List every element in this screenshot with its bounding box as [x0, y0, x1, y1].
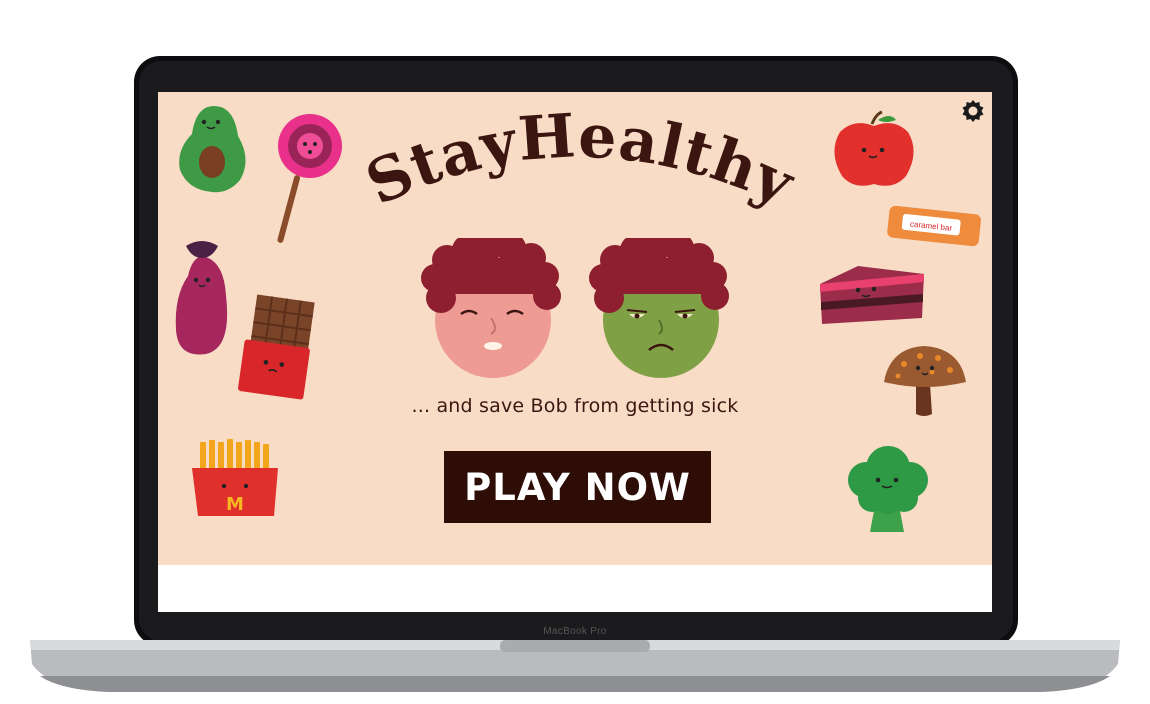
- french-fries-icon: M: [192, 439, 278, 516]
- mushroom-icon: [884, 346, 966, 416]
- game-start-screen: StayHealthy ... and save Bob from gettin…: [158, 92, 992, 565]
- lollipop-icon: [277, 114, 342, 243]
- fries-logo-text: M: [226, 494, 244, 515]
- cake-slice-icon: [820, 266, 924, 324]
- laptop-screen: StayHealthy ... and save Bob from gettin…: [158, 92, 992, 612]
- healthy-bob-face: [421, 238, 561, 378]
- svg-text:StayHealthy: StayHealthy: [356, 101, 805, 220]
- sick-bob-face: [589, 238, 729, 378]
- chocolate-bar-icon: [238, 294, 315, 400]
- laptop-brand-label: MacBook Pro: [543, 626, 607, 637]
- broccoli-icon: [848, 446, 928, 532]
- game-title-text: StayHealthy: [356, 101, 804, 220]
- caramel-bar-icon: caramel bar: [887, 205, 981, 247]
- avocado-icon: [179, 106, 246, 193]
- play-now-button[interactable]: PLAY NOW: [444, 451, 711, 523]
- apple-icon: [834, 110, 914, 186]
- eggplant-icon: [175, 241, 228, 355]
- gear-icon[interactable]: [960, 98, 986, 124]
